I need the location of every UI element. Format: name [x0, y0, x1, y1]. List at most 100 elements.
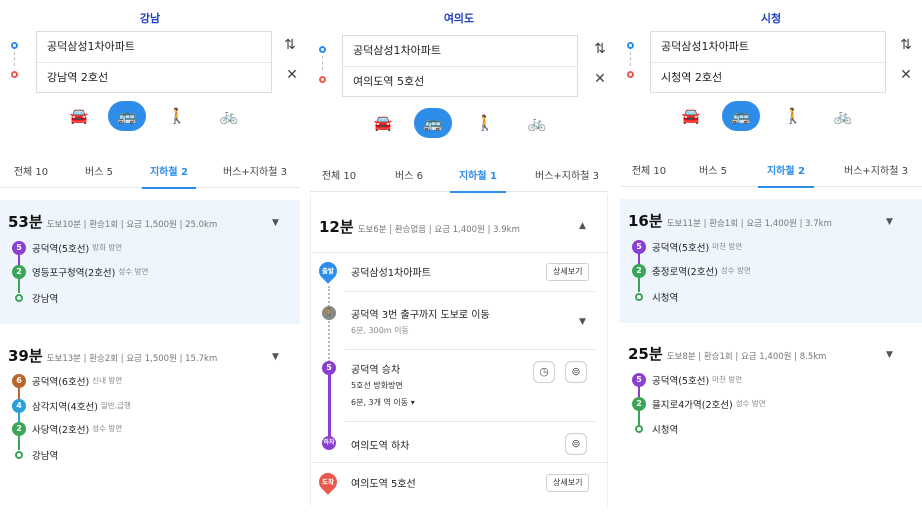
alight-station: 여의도역 하차: [351, 441, 410, 452]
line-2-badge: 2: [12, 421, 26, 436]
direction-text: 성수 방면: [92, 424, 123, 433]
station-pin-icon[interactable]: ⊚: [565, 433, 587, 455]
clear-icon[interactable]: ✕: [592, 71, 608, 87]
panel-title: 여의도: [443, 12, 475, 25]
destination-input[interactable]: 시청역 2호선: [651, 62, 885, 92]
board-stops[interactable]: 6분, 3개 역 이동 ▾: [351, 397, 415, 408]
tab-subway[interactable]: 지하철 2: [758, 157, 814, 188]
bike-mode-icon[interactable]: 🚲: [824, 101, 862, 131]
collapse-icon[interactable]: ▲: [579, 221, 586, 231]
clock-icon[interactable]: ◷: [533, 361, 555, 383]
route-time: 25분: [628, 345, 663, 363]
route-time: 39분: [8, 347, 43, 365]
tab-bus[interactable]: 버스 6: [384, 162, 434, 192]
tab-all[interactable]: 전체 10: [624, 157, 674, 187]
destination-dot-icon: [319, 76, 326, 83]
route-connector: [14, 52, 15, 66]
panel-yeouido: 여의도 공덕삼성1차아파트 여의도역 5호선 ⇅ ✕ 🚘 🚌 🚶 🚲 전체 10…: [310, 0, 608, 514]
transit-mode-icon[interactable]: 🚌: [414, 108, 452, 138]
car-mode-icon[interactable]: 🚘: [60, 101, 98, 131]
route-time: 12분: [319, 218, 354, 236]
station-name: 공덕역(5호선): [652, 375, 710, 387]
line-4-badge: 4: [12, 398, 26, 413]
swap-icon[interactable]: ⇅: [898, 37, 914, 53]
expand-icon[interactable]: ▼: [272, 218, 279, 228]
station-name: 시청역: [652, 424, 679, 436]
arrival-ring-icon: [635, 424, 643, 433]
transit-mode-icon[interactable]: 🚌: [108, 101, 146, 131]
clear-icon[interactable]: ✕: [898, 67, 914, 83]
bike-mode-icon[interactable]: 🚲: [518, 108, 556, 138]
arrival-ring-icon: [15, 293, 23, 302]
expand-icon[interactable]: ▼: [579, 317, 586, 327]
start-detail-button[interactable]: 상세보기: [546, 263, 590, 281]
arrival-ring-icon: [15, 450, 23, 459]
station-name: 공덕역(6호선): [32, 376, 90, 388]
station-name: 충정로역(2호선): [652, 266, 718, 278]
swap-icon[interactable]: ⇅: [282, 37, 298, 53]
panel-title: 강남: [139, 12, 161, 25]
route-time: 53분: [8, 213, 43, 231]
station-name: 시청역: [652, 292, 679, 304]
tab-all[interactable]: 전체 10: [314, 162, 364, 192]
car-mode-icon[interactable]: 🚘: [672, 101, 710, 131]
station-name: 을지로4가역(2호선): [652, 399, 733, 411]
origin-dot-icon: [11, 42, 18, 49]
end-detail-button[interactable]: 상세보기: [546, 474, 590, 492]
route-meta: 도보13분 | 환승2회 | 요금 1,500원 | 15.7km: [46, 354, 218, 364]
swap-icon[interactable]: ⇅: [592, 41, 608, 57]
transit-mode-icon[interactable]: 🚌: [722, 101, 760, 131]
divider: [345, 421, 595, 422]
panel-title: 시청: [760, 12, 782, 25]
end-location: 여의도역 5호선: [351, 479, 416, 490]
tab-bus-subway[interactable]: 버스+지하철 3: [526, 162, 608, 192]
route-meta: 도보8분 | 환승1회 | 요금 1,400원 | 8.5km: [666, 352, 827, 362]
station-name: 공덕역(5호선): [32, 243, 90, 255]
panel-gangnam: 강남 공덕삼성1차아파트 강남역 2호선 ⇅ ✕ 🚘 🚌 🚶 🚲 전체 10 버…: [0, 0, 300, 514]
clear-icon[interactable]: ✕: [284, 67, 300, 83]
walk-mode-icon[interactable]: 🚶: [774, 101, 812, 131]
bike-mode-icon[interactable]: 🚲: [210, 101, 248, 131]
station-name: 강남역: [32, 293, 59, 305]
line-5-badge: 5: [632, 239, 646, 254]
transport-modes: 🚘 🚌 🚶 🚲: [672, 101, 872, 133]
destination-input[interactable]: 강남역 2호선: [37, 62, 271, 92]
board-line: 5호선 방화방면: [351, 381, 403, 390]
route-option[interactable]: 53분 도보10분 | 환승1회 | 요금 1,500원 | 25.0km ▼ 5…: [0, 200, 300, 324]
route-option[interactable]: 39분 도보13분 | 환승2회 | 요금 1,500원 | 15.7km ▼ 6…: [0, 336, 300, 466]
line-segment: [328, 374, 331, 444]
car-mode-icon[interactable]: 🚘: [364, 108, 402, 138]
divider: [311, 462, 607, 463]
divider: [311, 252, 607, 253]
route-option[interactable]: 25분 도보8분 | 환승1회 | 요금 1,400원 | 8.5km ▼ 5 공덕…: [620, 334, 922, 458]
origin-input[interactable]: 공덕삼성1차아파트: [343, 36, 577, 66]
tab-subway[interactable]: 지하철 2: [142, 158, 196, 189]
direction-text: 성수 방면: [735, 399, 766, 408]
route-time: 16분: [628, 212, 663, 230]
walk-mode-icon[interactable]: 🚶: [158, 101, 196, 131]
direction-text: 성수 방면: [118, 267, 149, 276]
walk-mode-icon[interactable]: 🚶: [466, 108, 504, 138]
origin-input[interactable]: 공덕삼성1차아파트: [37, 32, 271, 62]
tab-bus-subway[interactable]: 버스+지하철 3: [834, 157, 918, 187]
expand-icon[interactable]: ▼: [272, 352, 279, 362]
tab-bus-subway[interactable]: 버스+지하철 3: [214, 158, 296, 188]
line-5-badge: 5: [322, 361, 336, 375]
expand-icon[interactable]: ▼: [886, 217, 893, 227]
line-2-badge: 2: [632, 396, 646, 411]
route-meta: 도보6분 | 환승없음 | 요금 1,400원 | 3.9km: [357, 225, 520, 235]
origin-input[interactable]: 공덕삼성1차아파트: [651, 32, 885, 62]
tab-bus[interactable]: 버스 5: [688, 157, 738, 187]
station-pin-icon[interactable]: ⊚: [565, 361, 587, 383]
direction-text: 마천 방면: [712, 242, 743, 251]
expand-icon[interactable]: ▼: [886, 350, 893, 360]
route-tabs: 전체 10 버스 5 지하철 2 버스+지하철 3: [620, 157, 922, 188]
tab-all[interactable]: 전체 10: [6, 158, 56, 188]
walk-icon: 🚶: [322, 306, 336, 320]
route-option[interactable]: 16분 도보11분 | 환승1회 | 요금 1,400원 | 3.7km ▼ 5공…: [620, 199, 922, 323]
tab-bus[interactable]: 버스 5: [74, 158, 124, 188]
divider: [345, 349, 595, 350]
transport-modes: 🚘 🚌 🚶 🚲: [364, 108, 564, 140]
tab-subway[interactable]: 지하철 1: [450, 162, 506, 193]
destination-input[interactable]: 여의도역 5호선: [343, 66, 577, 96]
